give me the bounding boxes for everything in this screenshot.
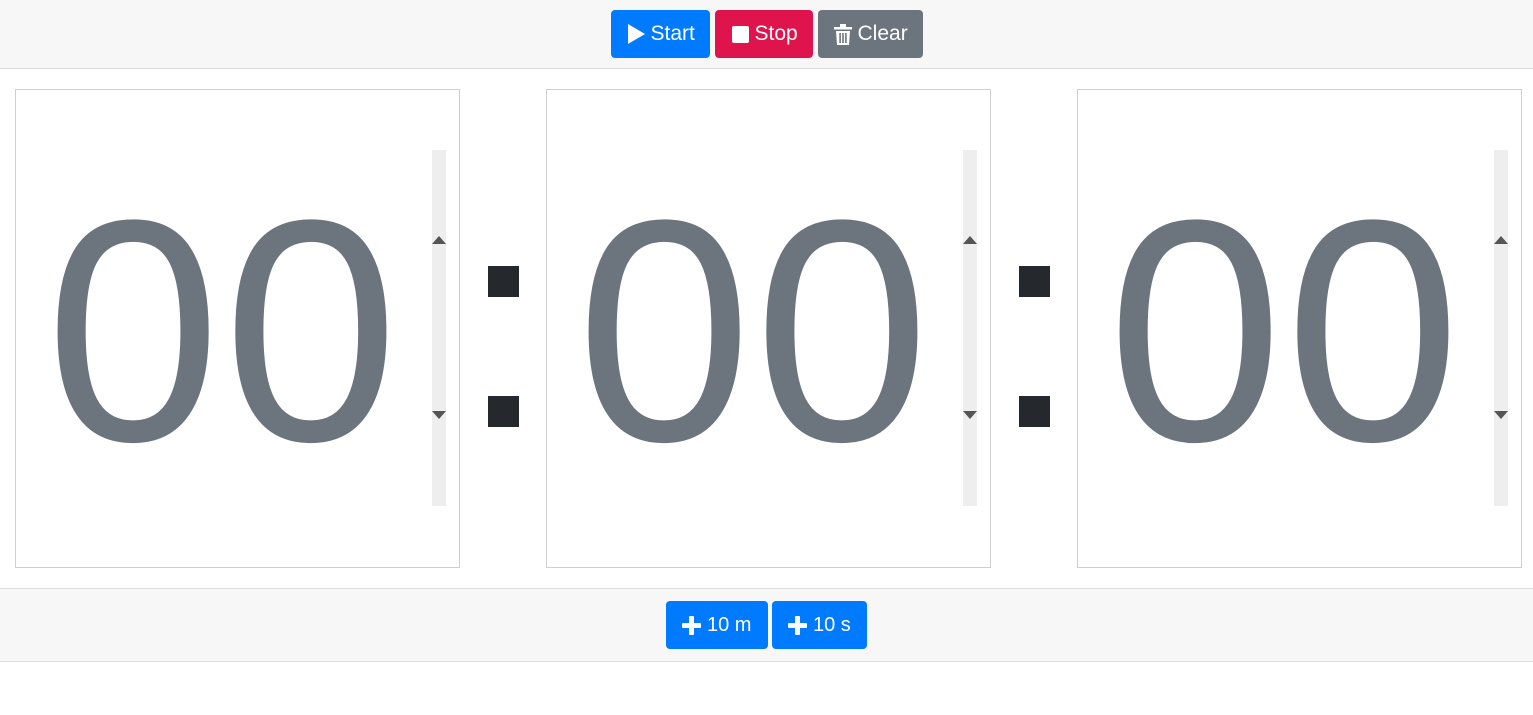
- trash-icon: [833, 23, 852, 45]
- stop-button-label: Stop: [754, 22, 798, 45]
- colon-dot: [488, 266, 519, 297]
- minutes-spin-down[interactable]: [963, 409, 977, 421]
- clear-button-label: Clear: [857, 22, 908, 45]
- stop-button[interactable]: Stop: [714, 10, 813, 58]
- start-button[interactable]: Start: [610, 10, 710, 58]
- play-icon: [627, 24, 645, 44]
- stop-icon: [731, 25, 749, 43]
- colon-separator: [1019, 266, 1051, 428]
- minutes-spinner[interactable]: [963, 150, 977, 506]
- caret-down-icon: [432, 406, 446, 424]
- quick-add-toolbar: 10 m 10 s: [0, 588, 1533, 662]
- seconds-panel: 00: [1077, 89, 1522, 568]
- hours-spin-down[interactable]: [432, 409, 446, 421]
- hours-spin-up[interactable]: [432, 234, 446, 246]
- caret-up-icon: [963, 231, 977, 249]
- seconds-value[interactable]: 00: [1078, 90, 1492, 567]
- caret-down-icon: [1494, 406, 1508, 424]
- minutes-value[interactable]: 00: [547, 90, 961, 567]
- plus-icon: [682, 615, 701, 635]
- add-10-minutes-label: 10 m: [707, 613, 752, 636]
- clear-button[interactable]: Clear: [817, 10, 923, 58]
- caret-down-icon: [963, 406, 977, 424]
- minutes-spin-up[interactable]: [963, 234, 977, 246]
- hours-value[interactable]: 00: [16, 90, 430, 567]
- top-toolbar: Start Stop Clear: [0, 0, 1533, 69]
- caret-up-icon: [432, 231, 446, 249]
- colon-dot: [488, 396, 519, 427]
- hours-panel: 00: [15, 89, 460, 568]
- minutes-panel: 00: [546, 89, 991, 568]
- colon-dot: [1019, 266, 1050, 297]
- hours-spinner[interactable]: [432, 150, 446, 506]
- add-10-minutes-button[interactable]: 10 m: [666, 601, 768, 649]
- add-10-seconds-button[interactable]: 10 s: [772, 601, 867, 649]
- add-10-seconds-label: 10 s: [813, 613, 851, 636]
- seconds-spin-down[interactable]: [1494, 409, 1508, 421]
- colon-dot: [1019, 396, 1050, 427]
- start-button-label: Start: [650, 22, 695, 45]
- seconds-spinner[interactable]: [1494, 150, 1508, 506]
- seconds-spin-up[interactable]: [1494, 234, 1508, 246]
- colon-separator: [488, 266, 520, 428]
- plus-icon: [788, 615, 807, 635]
- caret-up-icon: [1494, 231, 1508, 249]
